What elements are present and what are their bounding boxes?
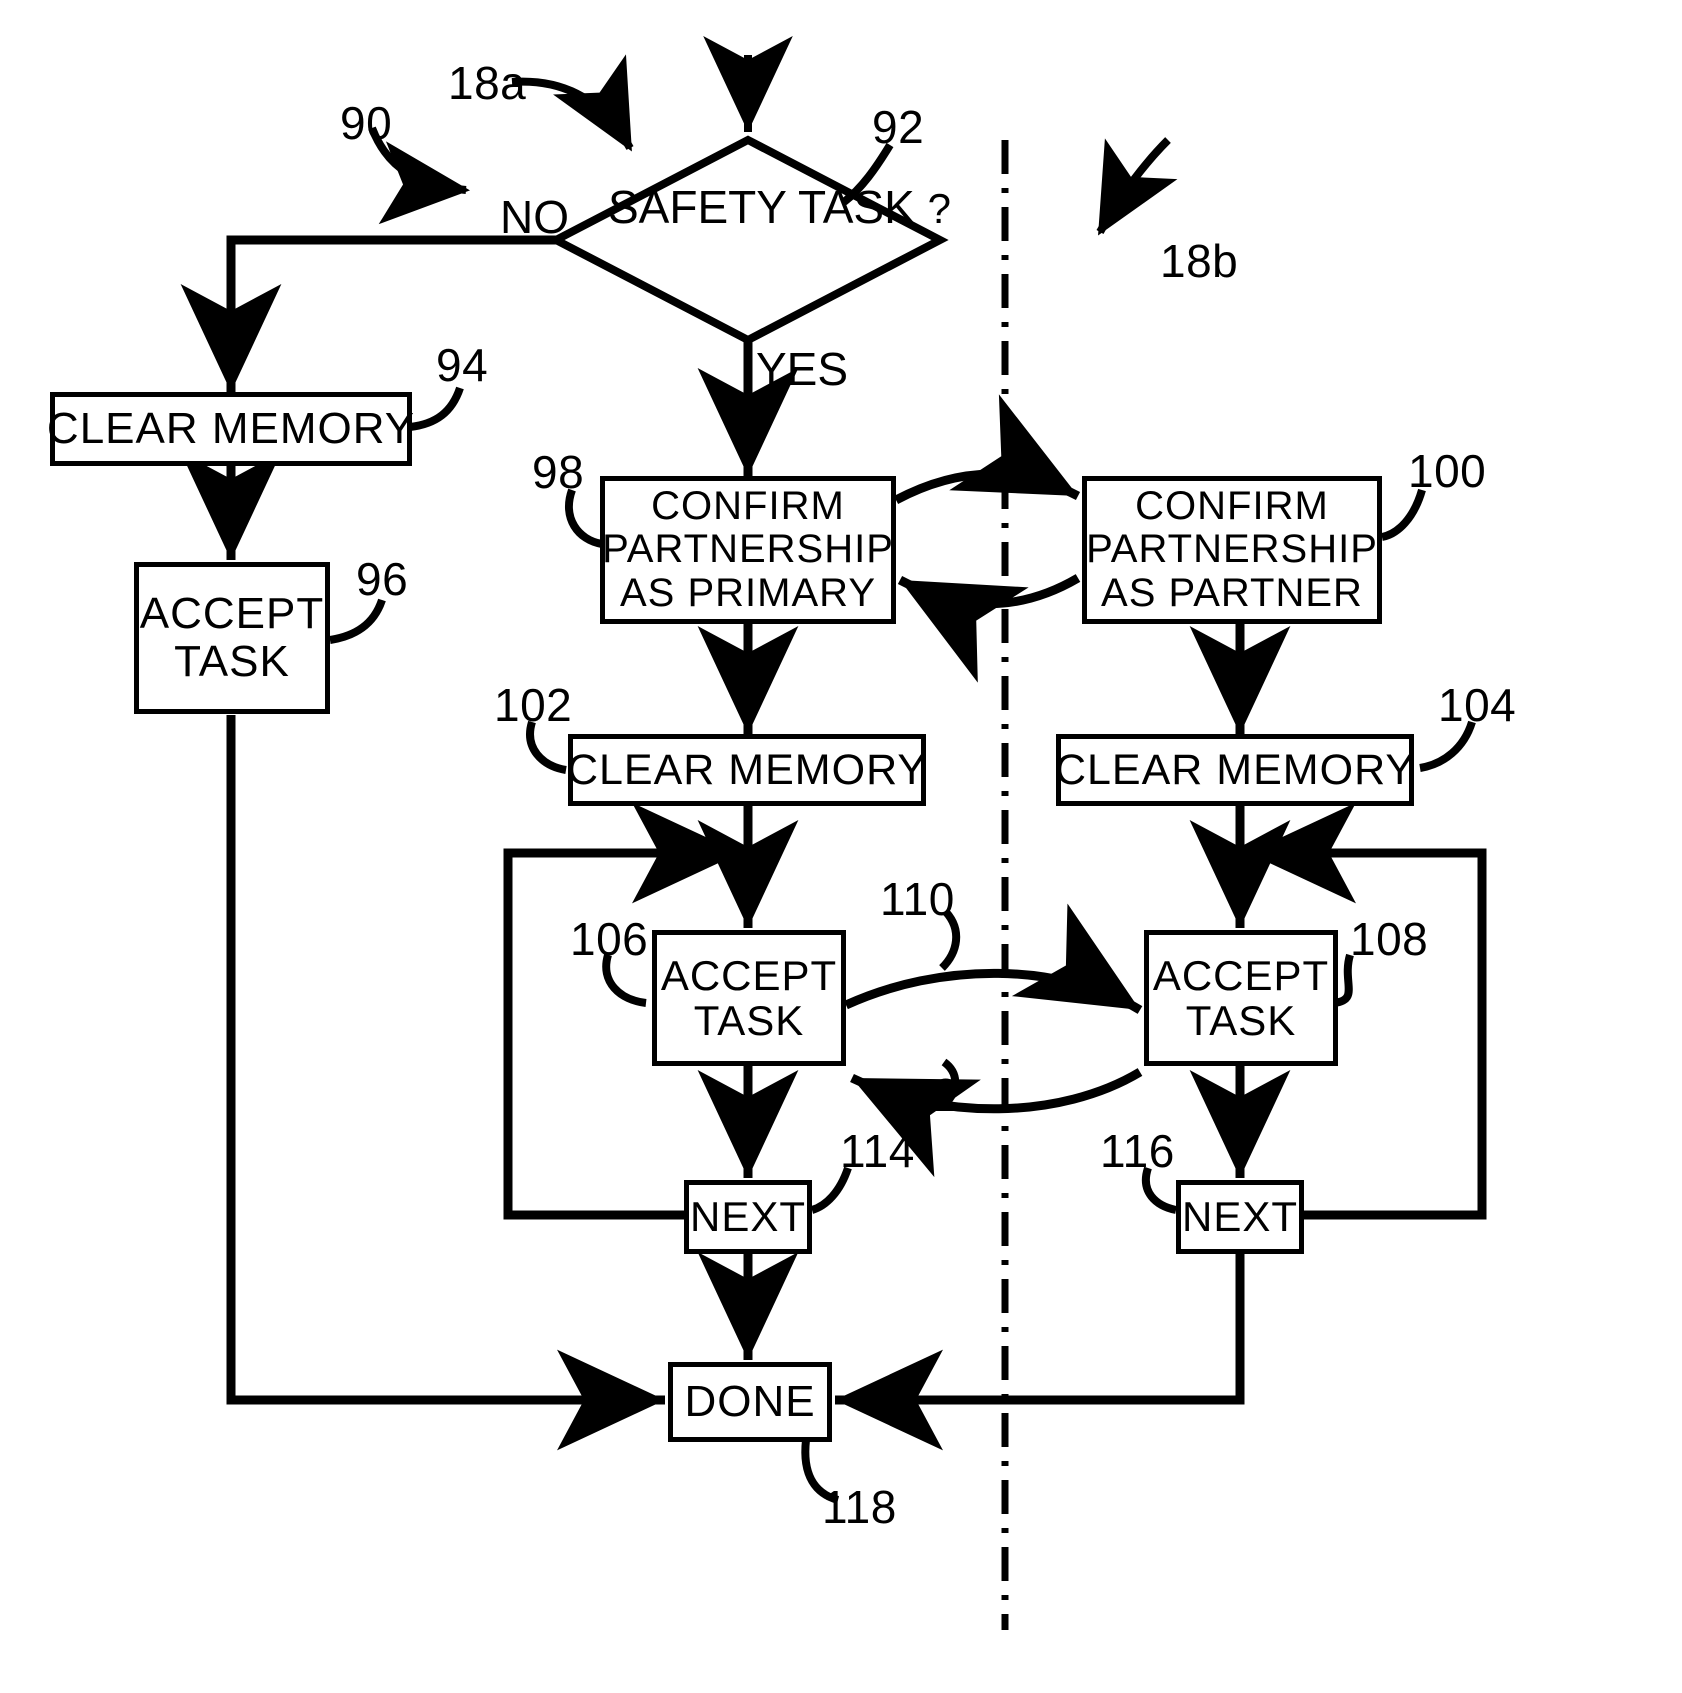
edge-label-yes: YES <box>756 343 849 395</box>
node-clear-memory-left[interactable]: CLEAR MEMORY <box>46 392 416 466</box>
edge-sync-primary-to-partner-top <box>893 394 1081 504</box>
ref-numeral-94: 94 <box>436 339 489 391</box>
edge-label-no: NO <box>500 191 569 243</box>
node-accept-task-left-line-1: ACCEPT <box>139 589 325 639</box>
node-confirm-partner-line-3: AS PARTNER <box>1101 570 1363 615</box>
ref-numeral-96: 96 <box>356 553 409 605</box>
decision-line-1: SAFETY <box>608 181 787 233</box>
decision-diamond-shape <box>547 135 949 345</box>
edge-no-branch <box>180 235 556 392</box>
node-next-primary[interactable]: NEXT <box>684 1180 812 1254</box>
ref-numeral-106: 106 <box>570 913 649 965</box>
node-clear-memory-primary[interactable]: CLEAR MEMORY <box>566 734 928 806</box>
node-next-partner[interactable]: NEXT <box>1176 1180 1304 1254</box>
edge-next116-to-done <box>835 1253 1245 1451</box>
ref-numeral-18a: 18a <box>448 57 527 109</box>
node-confirm-partnership-partner[interactable]: CONFIRM PARTNERSHIP AS PARTNER <box>1082 476 1382 624</box>
ref-numeral-102: 102 <box>494 679 573 731</box>
node-clear-memory-partner[interactable]: CLEAR MEMORY <box>1054 734 1416 806</box>
node-confirm-partner-line-2: PARTNERSHIP <box>1086 527 1378 572</box>
ref-numeral-98: 98 <box>532 446 585 498</box>
ref-numeral-108: 108 <box>1350 913 1429 965</box>
node-accept-task-primary-line-1: ACCEPT <box>660 951 838 999</box>
ref-numeral-114: 114 <box>840 1125 915 1177</box>
edge-sync-accept-primary-to-partner-110 <box>844 903 1143 1014</box>
ref-numeral-104: 104 <box>1438 679 1517 731</box>
node-confirm-partner-line-1: CONFIRM <box>1135 484 1329 529</box>
decision-line-2: TASK <box>798 181 915 233</box>
flowchart-connectors <box>180 36 1487 1630</box>
node-confirm-partnership-primary[interactable]: CONFIRM PARTNERSHIP AS PRIMARY <box>600 476 896 624</box>
ref-numeral-18b: 18b <box>1160 235 1239 287</box>
ref-numeral-90: 90 <box>340 97 393 149</box>
edge-accept96-to-done <box>226 715 665 1451</box>
node-confirm-primary-line-2: PARTNERSHIP <box>602 527 894 572</box>
node-next-primary-label: NEXT <box>689 1193 806 1241</box>
ref-numeral-110: 110 <box>880 873 955 925</box>
decision-line-3: ? <box>927 185 951 232</box>
node-accept-task-partner[interactable]: ACCEPT TASK <box>1144 930 1338 1066</box>
node-clear-memory-primary-label: CLEAR MEMORY <box>566 745 928 794</box>
leader-94 <box>409 386 464 431</box>
edge-sync-partner-to-primary-bottom <box>897 574 1081 683</box>
node-confirm-primary-line-1: CONFIRM <box>651 484 845 529</box>
leader-18a <box>511 54 634 152</box>
node-done[interactable]: DONE <box>668 1362 832 1442</box>
ref-numeral-100: 100 <box>1408 445 1487 497</box>
node-accept-task-partner-line-2: TASK <box>1185 997 1297 1044</box>
node-next-partner-label: NEXT <box>1181 1193 1298 1241</box>
node-accept-task-primary-line-2: TASK <box>693 997 805 1044</box>
node-done-label: DONE <box>684 1377 816 1427</box>
ref-numeral-92: 92 <box>872 101 925 153</box>
ref-numeral-112: 112 <box>884 1069 959 1121</box>
ref-numeral-118: 118 <box>822 1481 897 1533</box>
decision-node-label: SAFETY TASK ? <box>608 181 951 234</box>
node-accept-task-partner-line-1: ACCEPT <box>1152 951 1330 999</box>
node-confirm-primary-line-3: AS PRIMARY <box>620 570 876 615</box>
patent-flowchart-figure: SAFETY TASK ? NO YES CLEAR MEMORY ACCEPT… <box>0 0 1682 1693</box>
node-accept-task-left[interactable]: ACCEPT TASK <box>134 562 330 714</box>
node-clear-memory-left-label: CLEAR MEMORY <box>46 404 416 454</box>
leader-18b <box>1096 137 1178 236</box>
leader-96 <box>329 598 386 644</box>
ref-numeral-116: 116 <box>1100 1125 1175 1177</box>
node-accept-task-primary[interactable]: ACCEPT TASK <box>652 930 846 1066</box>
node-accept-task-left-line-2: TASK <box>174 637 290 686</box>
node-clear-memory-partner-label: CLEAR MEMORY <box>1054 745 1416 794</box>
